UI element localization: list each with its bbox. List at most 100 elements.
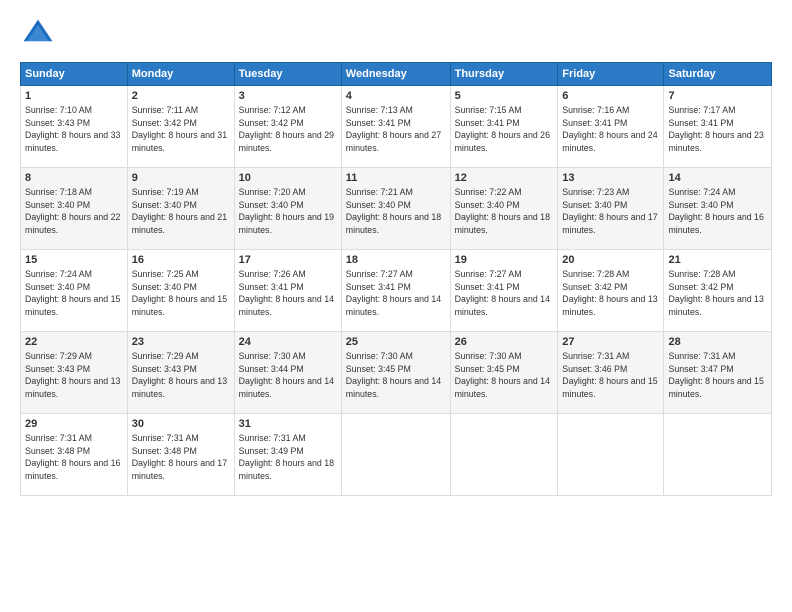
calendar-cell: [664, 414, 772, 496]
day-number: 27: [562, 335, 659, 350]
calendar-cell: 5 Sunrise: 7:15 AMSunset: 3:41 PMDayligh…: [450, 86, 558, 168]
day-info: Sunrise: 7:17 AMSunset: 3:41 PMDaylight:…: [668, 105, 763, 153]
day-info: Sunrise: 7:21 AMSunset: 3:40 PMDaylight:…: [346, 187, 441, 235]
day-info: Sunrise: 7:19 AMSunset: 3:40 PMDaylight:…: [132, 187, 227, 235]
day-info: Sunrise: 7:31 AMSunset: 3:46 PMDaylight:…: [562, 351, 657, 399]
page: SundayMondayTuesdayWednesdayThursdayFrid…: [0, 0, 792, 612]
day-number: 22: [25, 335, 123, 350]
day-info: Sunrise: 7:18 AMSunset: 3:40 PMDaylight:…: [25, 187, 120, 235]
calendar-cell: 23 Sunrise: 7:29 AMSunset: 3:43 PMDaylig…: [127, 332, 234, 414]
week-row-3: 15 Sunrise: 7:24 AMSunset: 3:40 PMDaylig…: [21, 250, 772, 332]
calendar-cell: 29 Sunrise: 7:31 AMSunset: 3:48 PMDaylig…: [21, 414, 128, 496]
day-number: 30: [132, 417, 230, 432]
day-number: 29: [25, 417, 123, 432]
day-number: 26: [455, 335, 554, 350]
day-number: 5: [455, 89, 554, 104]
calendar-header-row: SundayMondayTuesdayWednesdayThursdayFrid…: [21, 63, 772, 86]
day-number: 28: [668, 335, 767, 350]
calendar-cell: 25 Sunrise: 7:30 AMSunset: 3:45 PMDaylig…: [341, 332, 450, 414]
day-info: Sunrise: 7:24 AMSunset: 3:40 PMDaylight:…: [25, 269, 120, 317]
header-day-friday: Friday: [558, 63, 664, 86]
day-number: 2: [132, 89, 230, 104]
day-info: Sunrise: 7:22 AMSunset: 3:40 PMDaylight:…: [455, 187, 550, 235]
day-info: Sunrise: 7:10 AMSunset: 3:43 PMDaylight:…: [25, 105, 120, 153]
day-info: Sunrise: 7:30 AMSunset: 3:44 PMDaylight:…: [239, 351, 334, 399]
day-info: Sunrise: 7:13 AMSunset: 3:41 PMDaylight:…: [346, 105, 441, 153]
calendar-cell: 30 Sunrise: 7:31 AMSunset: 3:48 PMDaylig…: [127, 414, 234, 496]
calendar-cell: 20 Sunrise: 7:28 AMSunset: 3:42 PMDaylig…: [558, 250, 664, 332]
day-number: 19: [455, 253, 554, 268]
calendar-cell: 12 Sunrise: 7:22 AMSunset: 3:40 PMDaylig…: [450, 168, 558, 250]
week-row-4: 22 Sunrise: 7:29 AMSunset: 3:43 PMDaylig…: [21, 332, 772, 414]
day-info: Sunrise: 7:23 AMSunset: 3:40 PMDaylight:…: [562, 187, 657, 235]
day-number: 24: [239, 335, 337, 350]
day-number: 23: [132, 335, 230, 350]
header-day-tuesday: Tuesday: [234, 63, 341, 86]
day-info: Sunrise: 7:12 AMSunset: 3:42 PMDaylight:…: [239, 105, 334, 153]
day-info: Sunrise: 7:31 AMSunset: 3:48 PMDaylight:…: [25, 433, 120, 481]
week-row-2: 8 Sunrise: 7:18 AMSunset: 3:40 PMDayligh…: [21, 168, 772, 250]
day-info: Sunrise: 7:24 AMSunset: 3:40 PMDaylight:…: [668, 187, 763, 235]
header-day-sunday: Sunday: [21, 63, 128, 86]
calendar-cell: [341, 414, 450, 496]
day-number: 31: [239, 417, 337, 432]
day-info: Sunrise: 7:29 AMSunset: 3:43 PMDaylight:…: [25, 351, 120, 399]
day-number: 1: [25, 89, 123, 104]
week-row-1: 1 Sunrise: 7:10 AMSunset: 3:43 PMDayligh…: [21, 86, 772, 168]
calendar-cell: 7 Sunrise: 7:17 AMSunset: 3:41 PMDayligh…: [664, 86, 772, 168]
day-info: Sunrise: 7:16 AMSunset: 3:41 PMDaylight:…: [562, 105, 657, 153]
day-info: Sunrise: 7:11 AMSunset: 3:42 PMDaylight:…: [132, 105, 227, 153]
calendar-cell: 11 Sunrise: 7:21 AMSunset: 3:40 PMDaylig…: [341, 168, 450, 250]
calendar-cell: 8 Sunrise: 7:18 AMSunset: 3:40 PMDayligh…: [21, 168, 128, 250]
calendar-cell: [450, 414, 558, 496]
day-number: 9: [132, 171, 230, 186]
week-row-5: 29 Sunrise: 7:31 AMSunset: 3:48 PMDaylig…: [21, 414, 772, 496]
day-number: 14: [668, 171, 767, 186]
day-info: Sunrise: 7:31 AMSunset: 3:49 PMDaylight:…: [239, 433, 334, 481]
calendar-cell: 31 Sunrise: 7:31 AMSunset: 3:49 PMDaylig…: [234, 414, 341, 496]
header-day-monday: Monday: [127, 63, 234, 86]
day-number: 20: [562, 253, 659, 268]
day-info: Sunrise: 7:28 AMSunset: 3:42 PMDaylight:…: [668, 269, 763, 317]
day-number: 8: [25, 171, 123, 186]
day-info: Sunrise: 7:28 AMSunset: 3:42 PMDaylight:…: [562, 269, 657, 317]
day-info: Sunrise: 7:29 AMSunset: 3:43 PMDaylight:…: [132, 351, 227, 399]
calendar-cell: 10 Sunrise: 7:20 AMSunset: 3:40 PMDaylig…: [234, 168, 341, 250]
day-info: Sunrise: 7:31 AMSunset: 3:47 PMDaylight:…: [668, 351, 763, 399]
calendar-cell: 17 Sunrise: 7:26 AMSunset: 3:41 PMDaylig…: [234, 250, 341, 332]
day-number: 3: [239, 89, 337, 104]
calendar-cell: 14 Sunrise: 7:24 AMSunset: 3:40 PMDaylig…: [664, 168, 772, 250]
day-number: 21: [668, 253, 767, 268]
day-number: 18: [346, 253, 446, 268]
day-number: 16: [132, 253, 230, 268]
day-number: 13: [562, 171, 659, 186]
calendar-cell: 24 Sunrise: 7:30 AMSunset: 3:44 PMDaylig…: [234, 332, 341, 414]
calendar-cell: 16 Sunrise: 7:25 AMSunset: 3:40 PMDaylig…: [127, 250, 234, 332]
day-info: Sunrise: 7:30 AMSunset: 3:45 PMDaylight:…: [455, 351, 550, 399]
day-number: 17: [239, 253, 337, 268]
day-number: 10: [239, 171, 337, 186]
day-info: Sunrise: 7:20 AMSunset: 3:40 PMDaylight:…: [239, 187, 334, 235]
day-number: 11: [346, 171, 446, 186]
calendar-cell: 15 Sunrise: 7:24 AMSunset: 3:40 PMDaylig…: [21, 250, 128, 332]
calendar-cell: 19 Sunrise: 7:27 AMSunset: 3:41 PMDaylig…: [450, 250, 558, 332]
day-info: Sunrise: 7:27 AMSunset: 3:41 PMDaylight:…: [346, 269, 441, 317]
calendar-cell: [558, 414, 664, 496]
calendar-cell: 9 Sunrise: 7:19 AMSunset: 3:40 PMDayligh…: [127, 168, 234, 250]
day-number: 15: [25, 253, 123, 268]
day-info: Sunrise: 7:30 AMSunset: 3:45 PMDaylight:…: [346, 351, 441, 399]
day-info: Sunrise: 7:26 AMSunset: 3:41 PMDaylight:…: [239, 269, 334, 317]
header-day-thursday: Thursday: [450, 63, 558, 86]
calendar-cell: 4 Sunrise: 7:13 AMSunset: 3:41 PMDayligh…: [341, 86, 450, 168]
calendar-cell: 22 Sunrise: 7:29 AMSunset: 3:43 PMDaylig…: [21, 332, 128, 414]
calendar-cell: 1 Sunrise: 7:10 AMSunset: 3:43 PMDayligh…: [21, 86, 128, 168]
day-info: Sunrise: 7:27 AMSunset: 3:41 PMDaylight:…: [455, 269, 550, 317]
calendar-cell: 6 Sunrise: 7:16 AMSunset: 3:41 PMDayligh…: [558, 86, 664, 168]
header-day-saturday: Saturday: [664, 63, 772, 86]
day-number: 6: [562, 89, 659, 104]
calendar-cell: 18 Sunrise: 7:27 AMSunset: 3:41 PMDaylig…: [341, 250, 450, 332]
calendar-cell: 26 Sunrise: 7:30 AMSunset: 3:45 PMDaylig…: [450, 332, 558, 414]
logo-icon: [20, 16, 56, 52]
day-info: Sunrise: 7:31 AMSunset: 3:48 PMDaylight:…: [132, 433, 227, 481]
day-info: Sunrise: 7:15 AMSunset: 3:41 PMDaylight:…: [455, 105, 550, 153]
